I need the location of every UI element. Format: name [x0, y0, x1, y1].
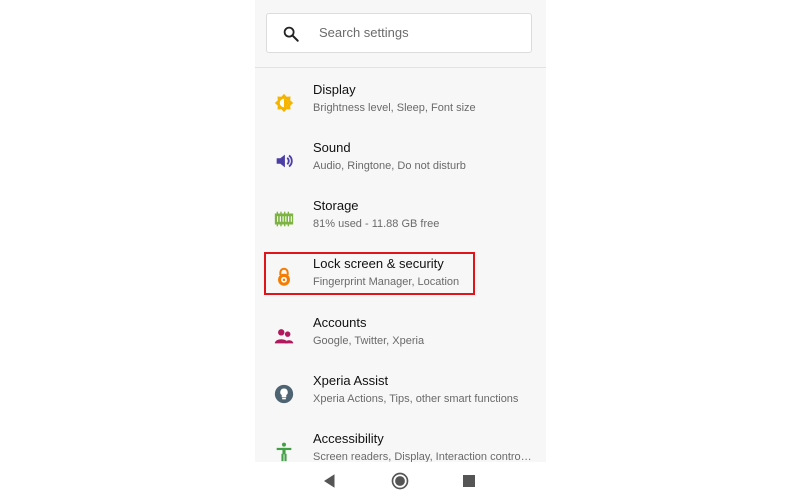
item-subtitle: Xperia Actions, Tips, other smart functi…	[313, 393, 519, 405]
brightness-icon	[274, 93, 294, 113]
settings-item-lock-screen-security[interactable]: Lock screen & security Fingerprint Manag…	[255, 246, 546, 304]
item-subtitle: 81% used - 11.88 GB free	[313, 218, 440, 230]
accounts-icon	[274, 329, 294, 344]
search-box[interactable]	[266, 13, 532, 53]
item-title: Accessibility	[313, 431, 384, 446]
item-subtitle: Fingerprint Manager, Location	[313, 276, 460, 288]
settings-item-sound[interactable]: Sound Audio, Ringtone, Do not disturb	[255, 130, 546, 188]
volume-icon	[276, 154, 293, 168]
item-title: Accounts	[313, 315, 367, 330]
settings-item-accounts[interactable]: Accounts Google, Twitter, Xperia	[255, 305, 546, 363]
settings-screen: Display Brightness level, Sleep, Font si…	[255, 0, 546, 462]
accessibility-icon	[276, 442, 292, 462]
back-icon[interactable]	[321, 472, 339, 490]
lightbulb-icon	[274, 384, 294, 404]
item-title: Lock screen & security	[313, 256, 444, 271]
search-bar-area	[255, 0, 546, 68]
settings-item-display[interactable]: Display Brightness level, Sleep, Font si…	[255, 72, 546, 130]
navigation-bar	[255, 462, 546, 500]
search-input[interactable]	[319, 14, 519, 52]
settings-item-accessibility[interactable]: Accessibility Screen readers, Display, I…	[255, 421, 546, 462]
item-subtitle: Screen readers, Display, Interaction con…	[313, 451, 532, 462]
settings-item-storage[interactable]: Storage 81% used - 11.88 GB free	[255, 188, 546, 246]
item-subtitle: Google, Twitter, Xperia	[313, 335, 425, 347]
item-subtitle: Audio, Ringtone, Do not disturb	[313, 160, 466, 172]
item-title: Xperia Assist	[313, 373, 389, 388]
settings-item-xperia-assist[interactable]: Xperia Assist Xperia Actions, Tips, othe…	[255, 363, 546, 421]
lock-icon	[278, 267, 290, 286]
home-icon[interactable]	[391, 472, 409, 490]
item-title: Display	[313, 82, 356, 97]
item-title: Sound	[313, 140, 351, 155]
search-icon[interactable]	[282, 25, 300, 43]
item-subtitle: Brightness level, Sleep, Font size	[313, 102, 476, 114]
recents-icon[interactable]	[460, 472, 478, 490]
item-title: Storage	[313, 198, 359, 213]
storage-chip-icon	[274, 211, 294, 227]
